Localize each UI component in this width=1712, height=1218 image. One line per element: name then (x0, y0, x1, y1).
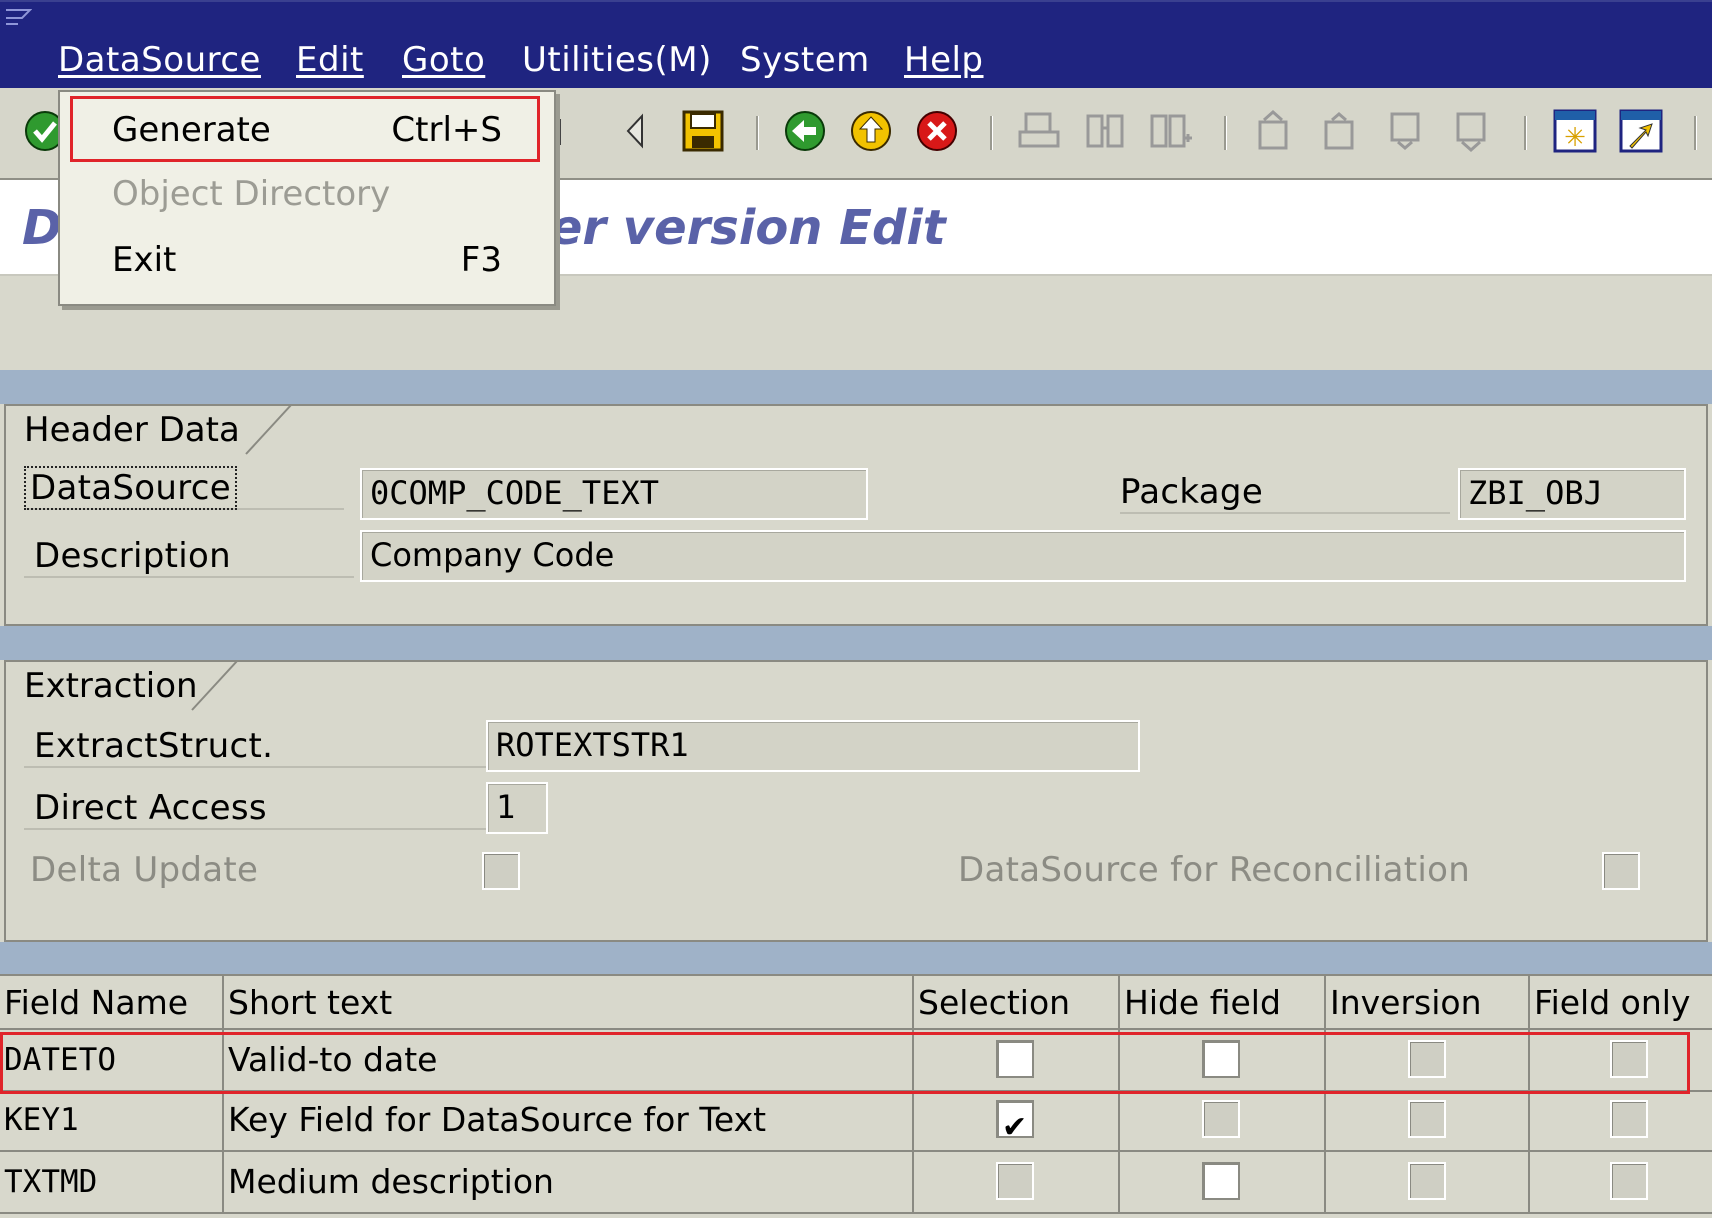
description-field[interactable]: Company Code (360, 530, 1686, 582)
column-header-short-text[interactable]: Short text (224, 974, 914, 1028)
header-data-tab: Header Data (6, 406, 266, 454)
cell-short-text: Medium description (224, 1152, 914, 1212)
cell-hide-field (1120, 1152, 1326, 1212)
menu-bar: DataSource Edit Goto Utilities(M) System… (0, 0, 1712, 90)
svg-text:✳: ✳ (1564, 123, 1586, 153)
extractstruct-field[interactable]: ROTEXTSTR1 (486, 720, 1140, 772)
divider-band (0, 370, 1712, 404)
package-label: Package (1120, 472, 1450, 514)
last-page-icon[interactable] (1448, 108, 1494, 154)
cell-inversion (1326, 1090, 1530, 1150)
hide-field-checkbox[interactable] (1202, 1100, 1240, 1138)
column-header-field-name[interactable]: Field Name (0, 974, 224, 1028)
cell-short-text: Key Field for DataSource for Text (224, 1090, 914, 1150)
menu-goto[interactable]: Goto (402, 40, 485, 80)
datasource-field[interactable]: 0COMP_CODE_TEXT (360, 468, 868, 520)
divider-band (0, 626, 1712, 660)
previous-page-icon[interactable] (1316, 108, 1362, 154)
cancel-icon[interactable] (914, 108, 960, 154)
column-header-selection[interactable]: Selection (914, 974, 1120, 1028)
delta-update-label: Delta Update (30, 850, 259, 890)
menu-item-exit[interactable]: Exit (112, 240, 176, 280)
column-header-hide-field[interactable]: Hide field (1120, 974, 1326, 1028)
cell-selection: ✔ (914, 1090, 1120, 1150)
extraction-group: Extraction ExtractStruct. ROTEXTSTR1 Dir… (4, 660, 1708, 942)
print-icon[interactable] (1016, 108, 1062, 154)
triangle-left-icon[interactable] (620, 108, 650, 154)
generate-highlight-box (70, 96, 540, 162)
reconciliation-checkbox[interactable] (1602, 852, 1640, 890)
cell-selection (914, 1152, 1120, 1212)
menu-edit[interactable]: Edit (296, 40, 364, 80)
field-only-checkbox[interactable] (1610, 1100, 1648, 1138)
column-header-field-only[interactable]: Field only (1530, 974, 1712, 1028)
menu-datasource[interactable]: DataSource (58, 40, 261, 80)
find-icon[interactable] (1082, 108, 1128, 154)
datasource-label: DataSource (24, 466, 344, 510)
menu-system[interactable]: System (740, 40, 870, 80)
cell-inversion (1326, 1152, 1530, 1212)
reconciliation-label: DataSource for Reconciliation (958, 850, 1471, 890)
system-menu-icon[interactable] (4, 6, 32, 28)
selection-checkbox[interactable] (996, 1162, 1034, 1200)
save-icon[interactable] (680, 108, 726, 154)
header-data-group: Header Data DataSource 0COMP_CODE_TEXT P… (4, 404, 1708, 626)
divider-band (0, 942, 1712, 974)
column-header-inversion[interactable]: Inversion (1326, 974, 1530, 1028)
back-icon[interactable] (782, 108, 828, 154)
field-only-checkbox[interactable] (1610, 1162, 1648, 1200)
selection-checkbox[interactable]: ✔ (996, 1100, 1034, 1145)
cell-field-only (1530, 1152, 1712, 1212)
tab-edge (245, 404, 293, 455)
description-label: Description (24, 536, 354, 578)
field-table: Field Name Short text Selection Hide fie… (0, 974, 1712, 1218)
table-row[interactable]: KEY1 Key Field for DataSource for Text ✔ (0, 1090, 1712, 1152)
direct-access-field[interactable]: 1 (486, 782, 548, 834)
menu-item-object-directory: Object Directory (112, 174, 391, 214)
cell-field-only (1530, 1090, 1712, 1150)
cell-field-name: TXTMD (0, 1152, 224, 1212)
package-field[interactable]: ZBI_OBJ (1458, 468, 1686, 520)
table-row[interactable]: TXTMD Medium description (0, 1152, 1712, 1214)
row-highlight-box (0, 1032, 1690, 1094)
create-session-icon[interactable]: ✳ (1552, 108, 1598, 154)
inversion-checkbox[interactable] (1408, 1100, 1446, 1138)
inversion-checkbox[interactable] (1408, 1162, 1446, 1200)
menu-utilities[interactable]: Utilities(M) (522, 40, 712, 80)
delta-update-checkbox[interactable] (482, 852, 520, 890)
exit-icon[interactable] (848, 108, 894, 154)
next-page-icon[interactable] (1382, 108, 1428, 154)
extractstruct-label: ExtractStruct. (24, 726, 490, 768)
checkmark-icon: ✔ (1002, 1110, 1028, 1145)
first-page-icon[interactable] (1250, 108, 1296, 154)
direct-access-label: Direct Access (24, 788, 490, 830)
cell-hide-field (1120, 1090, 1326, 1150)
hide-field-checkbox[interactable] (1202, 1162, 1240, 1200)
menu-help[interactable]: Help (904, 40, 984, 80)
cell-field-name: KEY1 (0, 1090, 224, 1150)
tab-edge (191, 660, 239, 711)
shortcut-icon[interactable] (1618, 108, 1664, 154)
exit-shortcut: F3 (460, 240, 502, 280)
find-next-icon[interactable] (1148, 108, 1194, 154)
